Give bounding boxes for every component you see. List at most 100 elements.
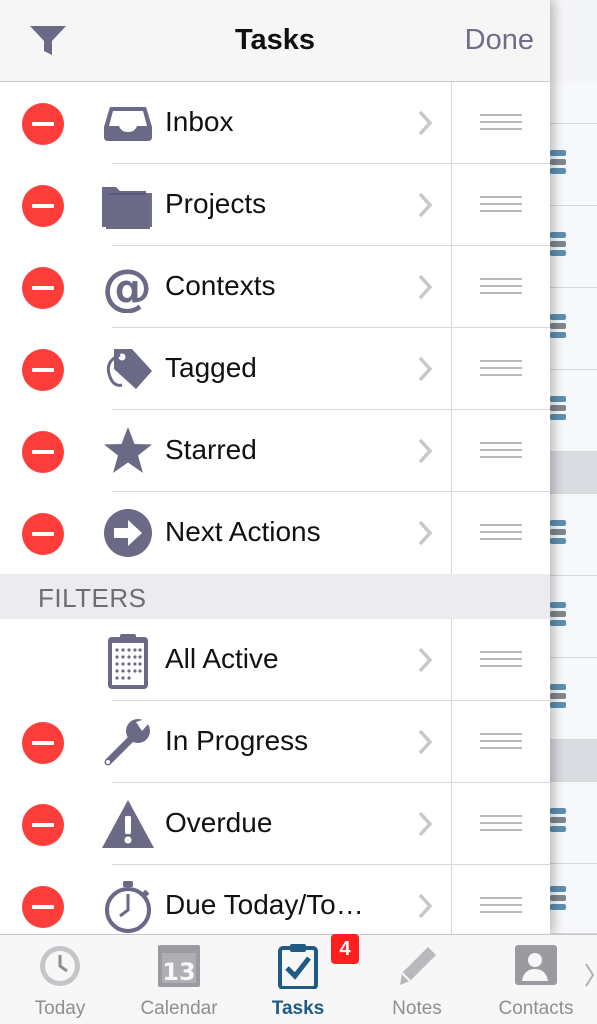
- background-row: [550, 206, 597, 288]
- chevron-right-icon: [418, 110, 433, 136]
- list-label: Inbox: [165, 106, 234, 137]
- checklist-icon: [108, 634, 148, 689]
- wrench-icon: [104, 718, 150, 766]
- svg-text:@: @: [102, 261, 152, 313]
- pencil-icon: [400, 947, 436, 985]
- divider: [451, 619, 452, 701]
- tab-notes[interactable]: Notes: [357, 935, 477, 1024]
- stopwatch-icon: [105, 881, 151, 933]
- background-row: [550, 370, 597, 452]
- background-row: [550, 576, 597, 658]
- list-row-tagged[interactable]: Tagged: [0, 328, 550, 410]
- reorder-handle[interactable]: [480, 651, 522, 669]
- section-title: FILTERS: [38, 583, 147, 613]
- tasks-badge: 4: [331, 934, 359, 964]
- delete-button[interactable]: [22, 103, 64, 145]
- reorder-handle[interactable]: [480, 815, 522, 833]
- list-label: Starred: [165, 434, 257, 465]
- tag-icon: [106, 349, 152, 389]
- list-label: Next Actions: [165, 516, 321, 547]
- background-row: [550, 82, 597, 124]
- delete-button[interactable]: [22, 886, 64, 928]
- background-row: [550, 658, 597, 740]
- tab-contacts[interactable]: Contacts: [476, 935, 596, 1024]
- background-row: [550, 124, 597, 206]
- calendar-day: 13: [162, 958, 195, 986]
- warning-icon: [102, 800, 154, 848]
- divider: [451, 783, 452, 865]
- chevron-right-icon[interactable]: [584, 962, 595, 988]
- chevron-right-icon: [418, 274, 433, 300]
- filter-row-in-progress[interactable]: In Progress: [0, 701, 550, 783]
- background-task-list: [550, 0, 597, 934]
- clipboard-check-icon: [278, 944, 318, 989]
- divider: [451, 865, 452, 934]
- filters-section-header: FILTERS: [0, 574, 550, 619]
- list-row-projects[interactable]: Projects: [0, 164, 550, 246]
- divider: [451, 246, 452, 328]
- delete-button[interactable]: [22, 185, 64, 227]
- contact-card-icon: [515, 945, 557, 985]
- divider: [451, 492, 452, 574]
- list-row-starred[interactable]: Starred: [0, 410, 550, 492]
- list-label: Contexts: [165, 270, 276, 301]
- chevron-right-icon: [418, 729, 433, 755]
- list-label: Tagged: [165, 352, 257, 383]
- background-row: [550, 494, 597, 576]
- divider: [451, 410, 452, 492]
- delete-button[interactable]: [22, 722, 64, 764]
- filter-row-overdue[interactable]: Overdue: [0, 783, 550, 865]
- divider: [451, 82, 452, 164]
- reorder-handle[interactable]: [480, 442, 522, 460]
- folder-icon: [102, 187, 152, 229]
- tab-today[interactable]: Today: [0, 935, 120, 1024]
- done-button[interactable]: Done: [465, 24, 534, 57]
- chevron-right-icon: [418, 192, 433, 218]
- clock-icon: [40, 946, 80, 986]
- divider: [451, 328, 452, 410]
- filter-label: All Active: [165, 643, 279, 674]
- star-icon: [104, 427, 152, 473]
- chevron-right-icon: [418, 438, 433, 464]
- background-row: [550, 864, 597, 934]
- filter-row-all-active[interactable]: All Active: [0, 619, 550, 701]
- list-row-contexts[interactable]: @ Contexts: [0, 246, 550, 328]
- list-row-next-actions[interactable]: Next Actions: [0, 492, 550, 574]
- inbox-icon: [104, 107, 152, 141]
- chevron-right-icon: [418, 520, 433, 546]
- reorder-handle[interactable]: [480, 897, 522, 915]
- delete-button[interactable]: [22, 513, 64, 555]
- calendar-icon: 13: [158, 945, 200, 987]
- divider: [451, 701, 452, 783]
- tab-label: Tasks: [271, 998, 325, 1019]
- chevron-right-icon: [418, 893, 433, 919]
- list-label: Projects: [165, 188, 267, 219]
- delete-button[interactable]: [22, 349, 64, 391]
- delete-button[interactable]: [22, 431, 64, 473]
- arrow-circle-icon: [104, 509, 152, 557]
- background-row: [550, 740, 597, 782]
- reorder-handle[interactable]: [480, 114, 522, 132]
- tab-bar: Today 13 Calendar Tasks Notes Contacts: [0, 934, 597, 1024]
- edit-lists-panel: Tasks Done Inbox Projects @ Contexts Tag…: [0, 0, 550, 934]
- delete-button[interactable]: [22, 804, 64, 846]
- chevron-right-icon: [418, 811, 433, 837]
- filter-row-due-today[interactable]: Due Today/To…: [0, 865, 550, 934]
- tab-label: Calendar: [140, 998, 218, 1019]
- reorder-handle[interactable]: [480, 360, 522, 378]
- divider: [451, 164, 452, 246]
- reorder-handle[interactable]: [480, 196, 522, 214]
- filter-label: In Progress: [165, 725, 309, 756]
- delete-button[interactable]: [22, 267, 64, 309]
- tab-calendar[interactable]: 13 Calendar: [119, 935, 239, 1024]
- background-row: [550, 452, 597, 494]
- reorder-handle[interactable]: [480, 733, 522, 751]
- reorder-handle[interactable]: [480, 278, 522, 296]
- reorder-handle[interactable]: [480, 524, 522, 542]
- background-row: [550, 288, 597, 370]
- tab-label: Today: [34, 998, 86, 1019]
- tab-label: Notes: [392, 998, 442, 1019]
- at-sign-icon: @: [102, 261, 152, 313]
- list-row-inbox[interactable]: Inbox: [0, 82, 550, 164]
- lists-table: Inbox Projects @ Contexts Tagged Starred…: [0, 82, 550, 934]
